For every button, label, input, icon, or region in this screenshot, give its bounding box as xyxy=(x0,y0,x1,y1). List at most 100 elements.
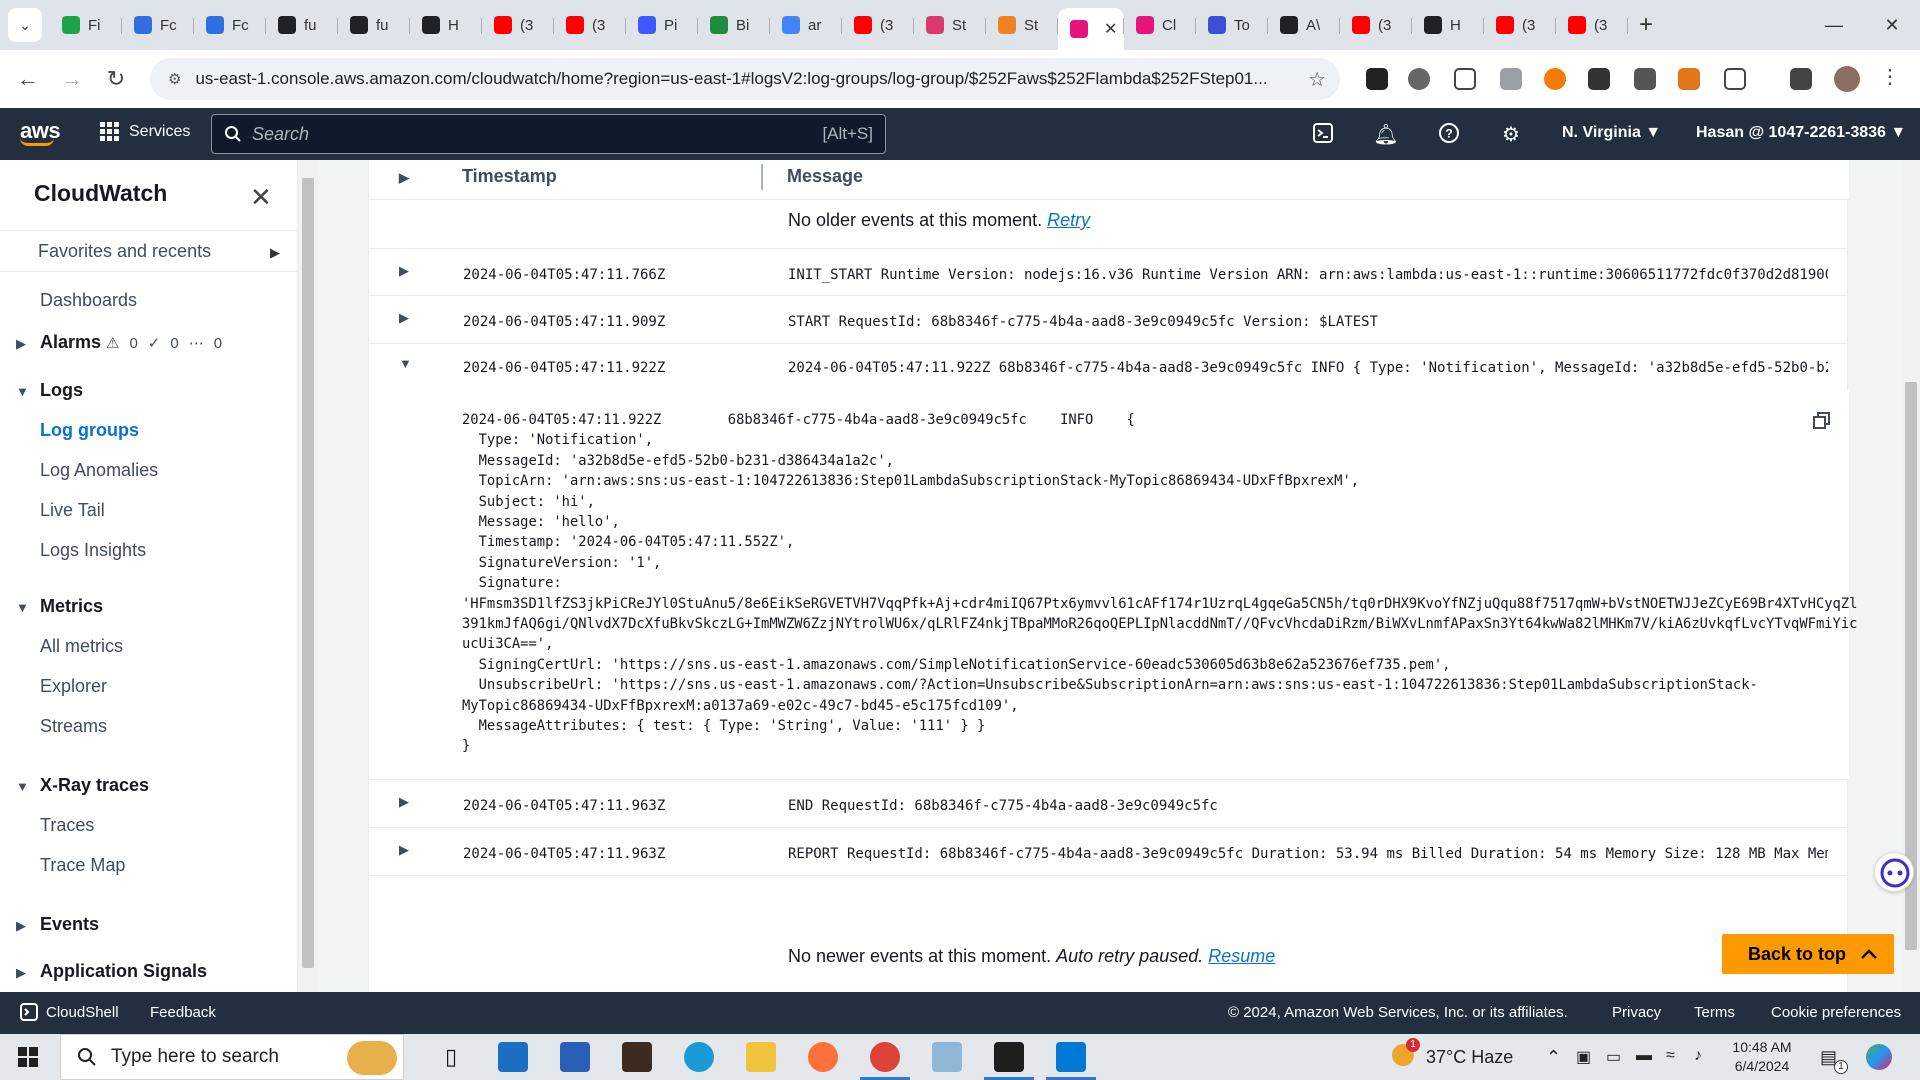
box-extension-icon[interactable] xyxy=(1634,68,1656,90)
url-field[interactable]: ⚙ us-east-1.console.aws.amazon.com/cloud… xyxy=(150,58,1340,100)
volume-icon[interactable]: ♪ xyxy=(1694,1047,1702,1065)
forward-arrow-icon[interactable]: → xyxy=(50,66,94,92)
sidebar-item-streams[interactable]: Streams xyxy=(40,716,107,737)
mail-app-icon[interactable] xyxy=(498,1042,528,1072)
chrome-icon[interactable] xyxy=(860,1042,910,1080)
sidebar-scrollbar-thumb[interactable] xyxy=(302,178,314,968)
log-row[interactable]: ▶ 2024-06-04T05:47:11.963Z END RequestId… xyxy=(369,780,1849,828)
browser-tab[interactable]: Fi xyxy=(50,8,122,42)
favorites-and-recents[interactable]: Favorites and recents ▶ xyxy=(0,230,297,272)
expand-row-caret-icon[interactable]: ▶ xyxy=(399,794,409,810)
app-icon[interactable] xyxy=(932,1042,962,1072)
new-tab-button[interactable]: + xyxy=(1628,11,1664,39)
expand-row-caret-icon[interactable]: ▶ xyxy=(399,310,409,326)
browser-tab[interactable]: ✕ xyxy=(1058,8,1124,50)
edge-browser-icon[interactable] xyxy=(684,1042,714,1072)
account-menu[interactable]: Hasan @ 1047-2261-3836 ▼ xyxy=(1696,124,1906,142)
new-extension-icon[interactable] xyxy=(1588,68,1610,90)
vscode-icon[interactable] xyxy=(1046,1042,1096,1080)
profile-avatar[interactable] xyxy=(1834,66,1860,92)
browser-tab[interactable]: (3 xyxy=(1556,8,1628,42)
aws-search-input[interactable]: Search [Alt+S] xyxy=(211,114,886,154)
browser-menu-icon[interactable]: ⋮ xyxy=(1880,64,1902,88)
browser-tab[interactable]: Pi xyxy=(626,8,698,42)
tray-chevron-up-icon[interactable]: ⌃ xyxy=(1546,1047,1561,1068)
sidebar-item-all-metrics[interactable]: All metrics xyxy=(40,636,123,657)
close-sidebar-icon[interactable]: ✕ xyxy=(250,182,272,213)
sidebar-section-logs[interactable]: Logs xyxy=(40,380,83,401)
sidebar-item-log-anomalies[interactable]: Log Anomalies xyxy=(40,460,158,481)
browser-tab[interactable]: Fc xyxy=(122,8,194,42)
taskbar-search-box[interactable]: Type here to search xyxy=(60,1034,404,1080)
browser-tab[interactable]: St xyxy=(914,8,986,42)
sidebar-item-explorer[interactable]: Explorer xyxy=(40,676,107,697)
cloudshell-link[interactable]: CloudShell xyxy=(46,1004,119,1021)
region-selector[interactable]: N. Virginia ▼ xyxy=(1562,124,1661,142)
cloudshell-icon[interactable] xyxy=(1310,122,1336,148)
firefox-icon[interactable] xyxy=(808,1042,838,1072)
sidebar-scrollbar[interactable] xyxy=(298,160,318,992)
browser-tab[interactable]: Cl xyxy=(1124,8,1196,42)
copy-icon[interactable] xyxy=(1813,412,1831,430)
sidebar-item-live-tail[interactable]: Live Tail xyxy=(40,500,105,521)
wordpress-extension-icon[interactable] xyxy=(1408,68,1430,90)
package-app-icon[interactable] xyxy=(622,1042,652,1072)
retry-link[interactable]: Retry xyxy=(1047,210,1090,230)
expand-all-caret-icon[interactable]: ▶ xyxy=(399,170,409,186)
file-explorer-icon[interactable] xyxy=(746,1042,776,1072)
expand-row-caret-icon[interactable]: ▶ xyxy=(399,263,409,279)
xray-caret-down-icon[interactable]: ▼ xyxy=(16,779,29,794)
logs-caret-down-icon[interactable]: ▼ xyxy=(16,384,29,399)
close-tab-icon[interactable]: ✕ xyxy=(1104,19,1117,39)
back-to-top-button[interactable]: Back to top xyxy=(1722,934,1894,974)
privacy-link[interactable]: Privacy xyxy=(1612,1004,1661,1021)
notifications-bell-icon[interactable]: 🔔︎ xyxy=(1373,122,1399,148)
collapse-row-caret-icon[interactable]: ▼ xyxy=(399,356,412,371)
site-info-icon[interactable]: ⚙ xyxy=(168,70,181,88)
browser-tab[interactable]: (3 xyxy=(482,8,554,42)
column-resize-handle[interactable] xyxy=(761,164,763,190)
media-control-icon[interactable] xyxy=(1790,68,1812,90)
weather-text[interactable]: 37°C Haze xyxy=(1426,1047,1513,1068)
services-menu-button[interactable]: Services xyxy=(100,122,190,141)
log-row[interactable]: ▶ 2024-06-04T05:47:11.909Z START Request… xyxy=(369,296,1849,344)
browser-tab[interactable]: fu xyxy=(266,8,338,42)
eyedropper-extension-icon[interactable] xyxy=(1366,68,1388,90)
browser-tab[interactable]: fu xyxy=(338,8,410,42)
metrics-caret-down-icon[interactable]: ▼ xyxy=(16,600,29,615)
sidebar-section-metrics[interactable]: Metrics xyxy=(40,596,103,617)
browser-tab[interactable]: H xyxy=(410,8,482,42)
metamask-extension-icon[interactable] xyxy=(1678,68,1700,90)
application-signals-caret-icon[interactable]: ▶ xyxy=(16,965,26,981)
windows-start-icon[interactable] xyxy=(18,1047,38,1067)
copilot-icon[interactable] xyxy=(1866,1044,1892,1070)
screenshot-extension-icon[interactable] xyxy=(1454,68,1476,90)
browser-tab[interactable]: St xyxy=(986,8,1058,42)
alarms-caret-icon[interactable]: ▶ xyxy=(16,336,26,352)
sidebar-section-xray-traces[interactable]: X-Ray traces xyxy=(40,775,149,796)
sidebar-item-alarms[interactable]: Alarms xyxy=(40,332,101,353)
sidebar-item-dashboards[interactable]: Dashboards xyxy=(40,290,137,311)
sidebar-item-logs-insights[interactable]: Logs Insights xyxy=(40,540,146,561)
resume-link[interactable]: Resume xyxy=(1208,946,1275,966)
column-header-message[interactable]: Message xyxy=(787,166,863,187)
browser-tab[interactable]: Fc xyxy=(194,8,266,42)
battery-icon[interactable]: ▬ xyxy=(1636,1047,1652,1065)
browser-tab[interactable]: (3 xyxy=(1340,8,1412,42)
store-app-icon[interactable] xyxy=(560,1042,590,1072)
sidebar-item-trace-map[interactable]: Trace Map xyxy=(40,855,125,876)
assistant-bot-icon[interactable] xyxy=(1874,852,1914,892)
task-view-icon[interactable]: ▯ xyxy=(436,1042,466,1072)
cookie-preferences-link[interactable]: Cookie preferences xyxy=(1771,1004,1901,1021)
browser-tab[interactable]: A\ xyxy=(1268,8,1340,42)
log-row[interactable]: ▶ 2024-06-04T05:47:11.963Z REPORT Reques… xyxy=(369,828,1849,876)
aws-logo[interactable]: aws xyxy=(20,118,61,146)
settings-gear-icon[interactable]: ⚙ xyxy=(1498,122,1524,148)
browser-tab[interactable]: Bi xyxy=(698,8,770,42)
browser-tab[interactable]: (3 xyxy=(842,8,914,42)
expand-row-caret-icon[interactable]: ▶ xyxy=(399,842,409,858)
browser-tab[interactable]: (3 xyxy=(554,8,626,42)
browser-tab[interactable]: (3 xyxy=(1484,8,1556,42)
bookmark-star-icon[interactable]: ☆ xyxy=(1308,67,1326,92)
column-header-timestamp[interactable]: Timestamp xyxy=(462,166,557,187)
